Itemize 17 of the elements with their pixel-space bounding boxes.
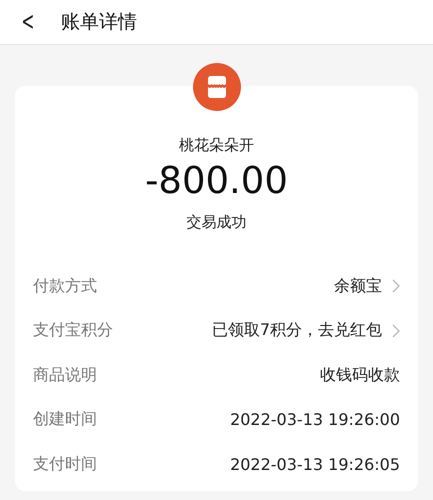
merchant-name: 桃花朵朵开 <box>179 136 254 155</box>
detail-value: 2022-03-13 19:26:05 <box>230 454 400 474</box>
detail-label: 支付宝积分 <box>33 320 113 342</box>
detail-label: 付款方式 <box>33 276 97 297</box>
detail-link[interactable]: 已领取7积分，去兑红包 <box>212 320 382 342</box>
amount: -800.00 <box>145 159 288 203</box>
detail-label: 支付时间 <box>33 454 97 475</box>
detail-link[interactable]: 余额宝 <box>334 276 382 297</box>
back-button[interactable]: < <box>21 9 34 35</box>
detail-label: 商品说明 <box>33 364 97 386</box>
chevron-icon <box>392 279 400 294</box>
detail-value: 收钱码收款 <box>320 364 400 386</box>
detail-value: 2022-03-13 19:26:00 <box>230 410 400 430</box>
chevron-icon <box>392 324 400 338</box>
detail-label: 创建时间 <box>33 409 97 430</box>
page-title: 账单详情 <box>60 10 137 35</box>
transaction-status: 交易成功 <box>186 213 246 232</box>
